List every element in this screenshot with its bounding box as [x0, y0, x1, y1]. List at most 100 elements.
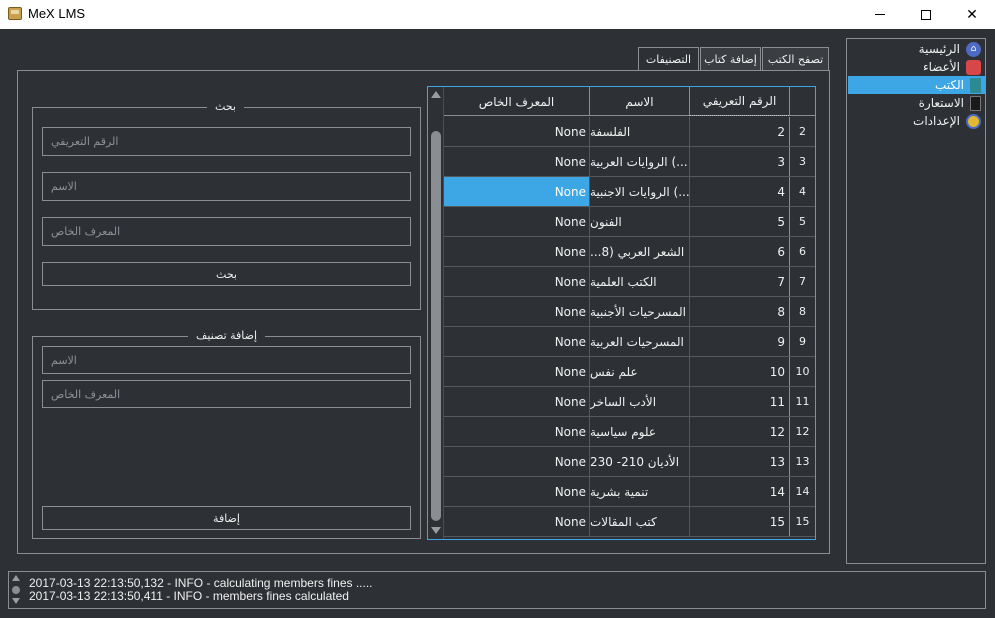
table-row[interactable]: None المسرحيات الأجنبية 8 8 [444, 297, 815, 327]
cell-special-id[interactable]: None [444, 357, 589, 386]
cell-name[interactable]: الأديان 210- 230 [589, 447, 689, 476]
table-row[interactable]: None...) الروايات الاجنبية 4 4 [444, 177, 815, 207]
row-number[interactable]: 12 [789, 417, 815, 446]
cell-id[interactable]: 10 [689, 357, 789, 386]
cell-id[interactable]: 9 [689, 327, 789, 356]
row-number[interactable]: 5 [789, 207, 815, 236]
table-scrollbar[interactable] [428, 87, 444, 539]
row-number[interactable]: 4 [789, 177, 815, 206]
tab-categories[interactable]: التصنيفات [638, 47, 699, 71]
scroll-thumb[interactable] [431, 131, 441, 521]
sidebar-item-borrow[interactable]: الاستعارة [848, 94, 985, 112]
cell-special-id[interactable]: None [444, 117, 589, 146]
cell-name[interactable]: علم نفس [589, 357, 689, 386]
cell-id[interactable]: 5 [689, 207, 789, 236]
cell-name[interactable]: الأدب الساخر [589, 387, 689, 416]
scroll-down-icon[interactable] [12, 598, 20, 604]
table-row[interactable]: None كتب المقالات 15 15 [444, 507, 815, 537]
cell-name[interactable]: ...) الروايات العربية [589, 147, 689, 176]
cell-id[interactable]: 15 [689, 507, 789, 536]
add-category-button[interactable]: إضافة [42, 506, 411, 530]
add-name-input[interactable] [42, 346, 411, 374]
table-row[interactable]: None الأدب الساخر 11 11 [444, 387, 815, 417]
sidebar-item-settings[interactable]: الإعدادات [848, 112, 985, 130]
row-number[interactable]: 15 [789, 507, 815, 536]
cell-name[interactable]: كتب المقالات [589, 507, 689, 536]
scroll-up-icon[interactable] [431, 91, 441, 98]
log-scrollbar[interactable] [11, 574, 23, 606]
tab-browse-books[interactable]: تصفح الكتب [762, 47, 829, 70]
cell-special-id[interactable]: None [444, 507, 589, 536]
column-header-special-id[interactable]: المعرف الخاص [444, 87, 589, 116]
table-row[interactable]: None...) الروايات العربية 3 3 [444, 147, 815, 177]
cell-special-id[interactable]: None [444, 387, 589, 416]
search-special-id-input[interactable] [42, 217, 411, 246]
maximize-button[interactable] [903, 0, 949, 29]
row-number[interactable]: 14 [789, 477, 815, 506]
cell-name[interactable]: الفنون [589, 207, 689, 236]
cell-special-id[interactable]: None [444, 327, 589, 356]
cell-special-id[interactable]: None [444, 267, 589, 296]
cell-special-id[interactable]: None [444, 177, 589, 206]
search-id-input[interactable] [42, 127, 411, 156]
sidebar-item-members[interactable]: الأعضاء [848, 58, 985, 76]
cell-id[interactable]: 6 [689, 237, 789, 266]
row-number[interactable]: 13 [789, 447, 815, 476]
minimize-button[interactable] [857, 0, 903, 29]
sidebar-item-home[interactable]: ⌂ الرئيسية [848, 40, 985, 58]
cell-name[interactable]: الكتب العلمية [589, 267, 689, 296]
table-row[interactable]: None علم نفس 10 10 [444, 357, 815, 387]
cell-special-id[interactable]: None [444, 147, 589, 176]
table-row[interactable]: None الفنون 5 5 [444, 207, 815, 237]
sidebar-item-books[interactable]: الكتب [848, 76, 985, 94]
row-number[interactable]: 8 [789, 297, 815, 326]
scroll-thumb[interactable] [12, 586, 20, 594]
cell-id[interactable]: 3 [689, 147, 789, 176]
cell-id[interactable]: 11 [689, 387, 789, 416]
table-row[interactable]: None المسرحيات العربية 9 9 [444, 327, 815, 357]
cell-name[interactable]: تنمية بشرية [589, 477, 689, 506]
cell-id[interactable]: 12 [689, 417, 789, 446]
cell-name[interactable]: المسرحيات الأجنبية [589, 297, 689, 326]
row-number[interactable]: 3 [789, 147, 815, 176]
search-name-input[interactable] [42, 172, 411, 201]
add-special-id-input[interactable] [42, 380, 411, 408]
cell-id[interactable]: 13 [689, 447, 789, 476]
table-row[interactable]: None الفلسفة 2 2 [444, 117, 815, 147]
row-number[interactable]: 7 [789, 267, 815, 296]
categories-table[interactable]: المعرف الخاص الاسم الرقم التعريفي None ال… [427, 86, 816, 540]
cell-id[interactable]: 2 [689, 117, 789, 146]
cell-special-id[interactable]: None [444, 207, 589, 236]
cell-name[interactable]: علوم سياسية [589, 417, 689, 446]
scroll-up-icon[interactable] [12, 575, 20, 581]
table-row[interactable]: None تنمية بشرية 14 14 [444, 477, 815, 507]
table-row[interactable]: None الكتب العلمية 7 7 [444, 267, 815, 297]
cell-id[interactable]: 7 [689, 267, 789, 296]
cell-special-id[interactable]: None [444, 477, 589, 506]
cell-special-id[interactable]: None [444, 417, 589, 446]
row-number[interactable]: 10 [789, 357, 815, 386]
table-row[interactable]: None الشعر العربي (8... 6 6 [444, 237, 815, 267]
cell-name[interactable]: الفلسفة [589, 117, 689, 146]
scroll-down-icon[interactable] [431, 527, 441, 534]
tab-add-book[interactable]: إضافة كتاب [700, 47, 761, 70]
cell-id[interactable]: 8 [689, 297, 789, 326]
cell-id[interactable]: 14 [689, 477, 789, 506]
cell-special-id[interactable]: None [444, 237, 589, 266]
row-number[interactable]: 11 [789, 387, 815, 416]
table-row[interactable]: None الأديان 210- 230 13 13 [444, 447, 815, 477]
cell-name[interactable]: المسرحيات العربية [589, 327, 689, 356]
column-header-name[interactable]: الاسم [589, 87, 689, 116]
cell-id[interactable]: 4 [689, 177, 789, 206]
row-number[interactable]: 2 [789, 117, 815, 146]
row-number[interactable]: 6 [789, 237, 815, 266]
cell-name[interactable]: ...) الروايات الاجنبية [589, 177, 689, 206]
cell-special-id[interactable]: None [444, 297, 589, 326]
row-number[interactable]: 9 [789, 327, 815, 356]
cell-name[interactable]: الشعر العربي (8... [589, 237, 689, 266]
close-button[interactable]: ✕ [949, 0, 995, 29]
column-header-id[interactable]: الرقم التعريفي [689, 87, 789, 116]
search-button[interactable]: بحث [42, 262, 411, 286]
cell-special-id[interactable]: None [444, 447, 589, 476]
table-row[interactable]: None علوم سياسية 12 12 [444, 417, 815, 447]
